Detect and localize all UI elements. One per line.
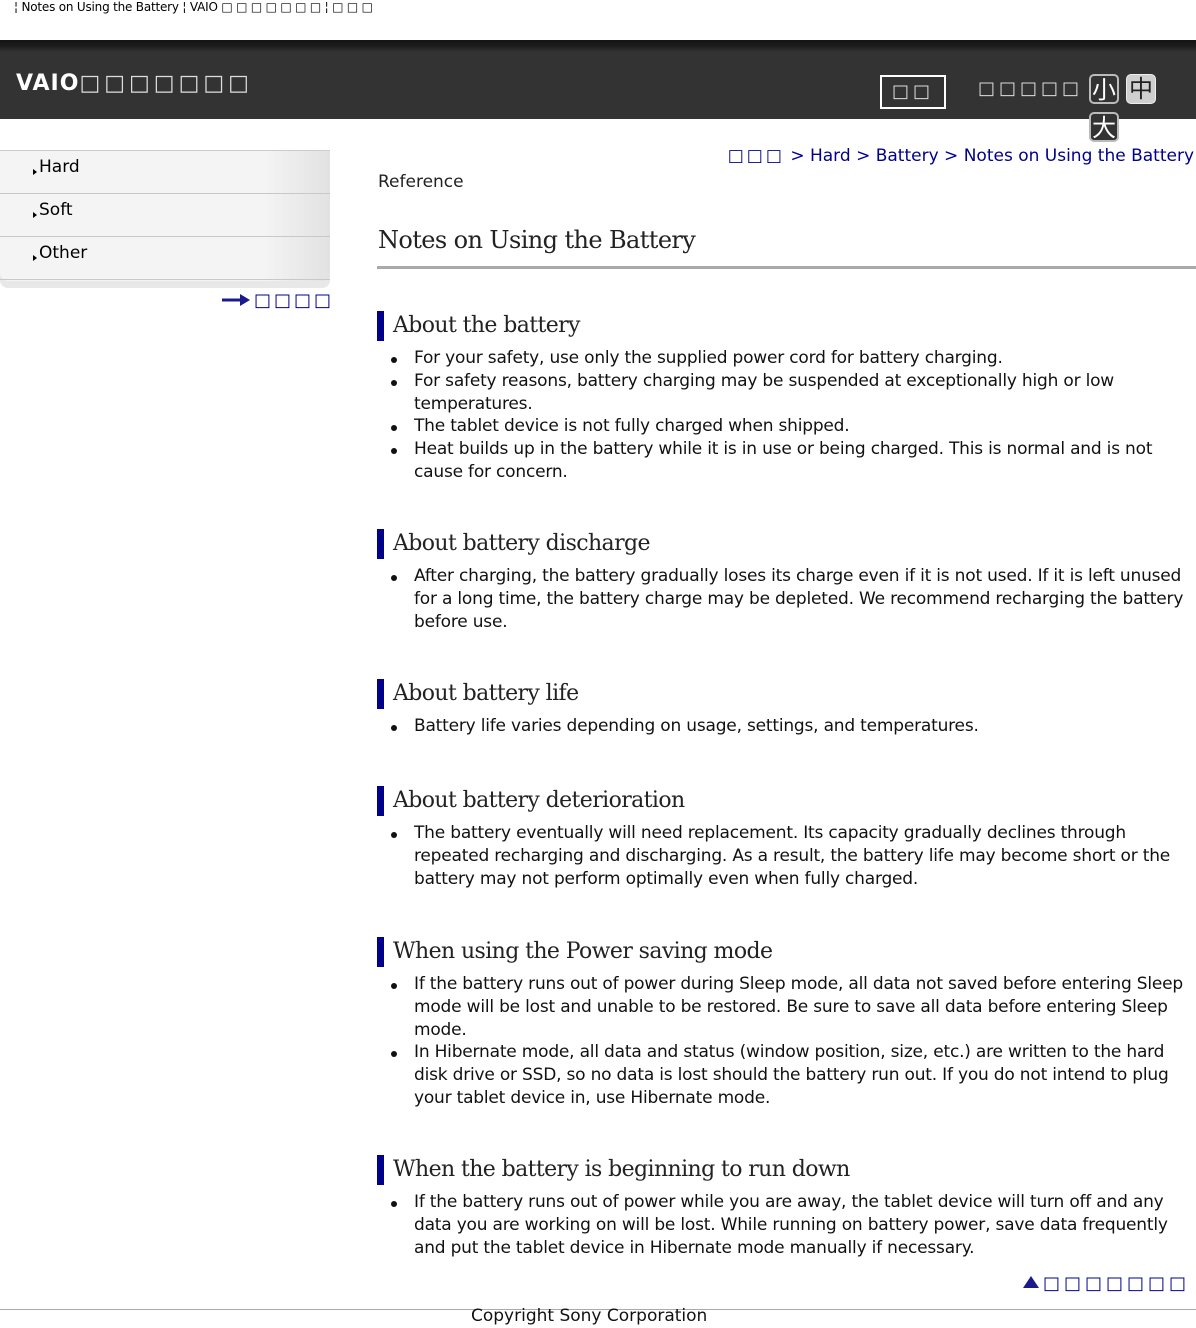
bullet-icon — [391, 1051, 397, 1058]
copyright: Copyright Sony Corporation — [471, 1306, 708, 1326]
page-category: Reference — [378, 172, 464, 192]
list-item-text: The battery eventually will need replace… — [414, 823, 1171, 889]
list-item-text: Heat builds up in the battery while it i… — [414, 439, 1153, 482]
bullet-list: If the battery runs out of power while y… — [377, 1191, 1192, 1259]
triangle-right-icon — [33, 169, 37, 175]
bullet-icon — [391, 832, 397, 838]
breadcrumb: □□□ > Hard > Battery > Notes on Using th… — [728, 146, 1194, 166]
sidebar-item-other[interactable]: Other — [0, 237, 330, 280]
sidebar-nav: Hard Soft Other — [0, 150, 330, 288]
list-item-text: If the battery runs out of power during … — [414, 974, 1184, 1040]
site-header: VAIO□□□□□□□ □□ □□□□□ — [0, 40, 1196, 119]
bullet-icon — [391, 725, 397, 731]
bullet-icon — [391, 1201, 397, 1207]
sidebar-item-label: Soft — [39, 200, 73, 220]
section-about-the-battery: About the battery For your safety, use o… — [377, 311, 1192, 484]
triangle-right-icon — [33, 212, 37, 218]
breadcrumb-hard[interactable]: Hard — [810, 146, 851, 166]
list-item-text: For safety reasons, battery charging may… — [414, 370, 1115, 414]
breadcrumb-home[interactable]: □□□ — [728, 146, 785, 166]
bullet-icon — [391, 575, 397, 581]
sidebar-item-label: Hard — [39, 157, 80, 177]
section-battery-run-down: When the battery is beginning to run dow… — [377, 1155, 1192, 1259]
bullet-list: For your safety, use only the supplied p… — [377, 347, 1192, 484]
section-battery-discharge: About battery discharge After charging, … — [377, 529, 1192, 633]
back-to-top-label: □□□□□□□ — [1042, 1273, 1190, 1294]
triangle-up-icon — [1022, 1276, 1039, 1288]
list-item: For safety reasons, battery charging may… — [377, 370, 1192, 416]
title-divider — [377, 266, 1196, 269]
breadcrumb-separator: > — [944, 146, 959, 166]
section-heading: About battery deterioration — [377, 786, 1192, 816]
list-item-text: For your safety, use only the supplied p… — [414, 348, 1003, 368]
sidebar-item-label: Other — [39, 243, 88, 263]
section-heading: When the battery is beginning to run dow… — [377, 1155, 1192, 1185]
list-item: After charging, the battery gradually lo… — [377, 565, 1192, 633]
list-item-text: If the battery runs out of power while y… — [414, 1192, 1168, 1258]
breadcrumb-current[interactable]: Notes on Using the Battery — [964, 146, 1194, 166]
font-size-small-button[interactable]: 小 — [1089, 74, 1119, 104]
bullet-list: After charging, the battery gradually lo… — [377, 565, 1192, 633]
bullet-icon — [391, 983, 397, 989]
list-item: Heat builds up in the battery while it i… — [377, 438, 1192, 484]
section-power-saving-mode: When using the Power saving mode If the … — [377, 937, 1192, 1110]
section-battery-life: About battery life Battery life varies d… — [377, 679, 1192, 738]
bullet-list: The battery eventually will need replace… — [377, 822, 1192, 890]
list-item: If the battery runs out of power during … — [377, 973, 1192, 1041]
bullet-icon — [391, 425, 397, 432]
breadcrumb-separator: > — [856, 146, 871, 166]
list-item: In Hibernate mode, all data and status (… — [377, 1041, 1192, 1109]
sidebar-list-link[interactable]: □□□□ — [222, 290, 334, 311]
breadcrumb-battery[interactable]: Battery — [876, 146, 939, 166]
site-logo[interactable]: VAIO□□□□□□□ — [16, 71, 253, 96]
page-title: Notes on Using the Battery — [378, 226, 696, 254]
triangle-right-icon — [33, 255, 37, 261]
list-item: The tablet device is not fully charged w… — [377, 415, 1192, 438]
list-item-text: The tablet device is not fully charged w… — [414, 416, 850, 437]
list-item-text: In Hibernate mode, all data and status (… — [414, 1042, 1169, 1108]
section-heading: When using the Power saving mode — [377, 937, 1192, 967]
bullet-list: Battery life varies depending on usage, … — [377, 715, 1192, 738]
section-heading: About the battery — [377, 311, 1192, 341]
sidebar-item-soft[interactable]: Soft — [0, 194, 330, 237]
sidebar-item-hard[interactable]: Hard — [0, 151, 330, 194]
bullet-icon — [391, 357, 397, 363]
brand-latin: VAIO — [16, 71, 80, 96]
list-item: If the battery runs out of power while y… — [377, 1191, 1192, 1259]
bullet-icon — [391, 448, 397, 455]
arrow-right-icon — [222, 294, 250, 306]
list-item: The battery eventually will need replace… — [377, 822, 1192, 890]
section-heading: About battery life — [377, 679, 1192, 709]
font-size-large-button[interactable]: 大 — [1089, 112, 1119, 142]
back-to-top-link[interactable]: □□□□□□□ — [1022, 1273, 1190, 1294]
list-item: Battery life varies depending on usage, … — [377, 715, 1192, 738]
font-size-medium-button[interactable]: 中 — [1126, 74, 1156, 104]
list-item-text: After charging, the battery gradually lo… — [414, 566, 1184, 632]
browser-tab-title: ¦ Notes on Using the Battery ¦ VAIO □ □ … — [14, 0, 373, 14]
bullet-icon — [391, 379, 397, 386]
section-battery-deterioration: About battery deterioration The battery … — [377, 786, 1192, 890]
search-button[interactable]: □□ — [880, 75, 946, 109]
section-heading: About battery discharge — [377, 529, 1192, 559]
breadcrumb-separator: > — [790, 146, 805, 166]
list-item-text: Battery life varies depending on usage, … — [414, 716, 979, 736]
brand-cjk: □□□□□□□ — [79, 71, 253, 96]
list-item: For your safety, use only the supplied p… — [377, 347, 1192, 370]
sidebar-link-label: □□□□ — [254, 290, 335, 311]
font-size-label: □□□□□ — [978, 78, 1084, 99]
bullet-list: If the battery runs out of power during … — [377, 973, 1192, 1110]
